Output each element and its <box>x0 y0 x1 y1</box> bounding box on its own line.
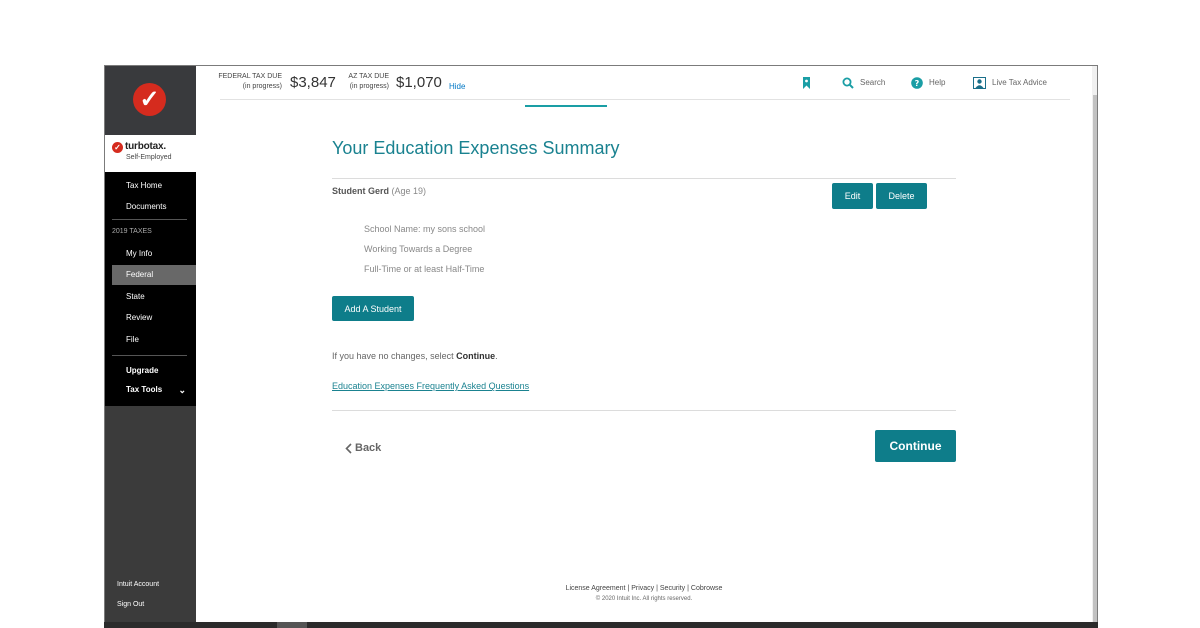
student-degree-status: Working Towards a Degree <box>364 244 473 254</box>
copyright: © 2020 Intuit Inc. All rights reserved. <box>595 596 693 602</box>
privacy-link[interactable]: Privacy <box>631 585 654 592</box>
federal-tax-amount: $3,847 <box>290 74 336 91</box>
browser-window: ✓ ✓ turbotax. Self-Employed Tax Home Doc… <box>104 65 1098 628</box>
cobrowse-link[interactable]: Cobrowse <box>691 585 723 592</box>
turbotax-check-logo-icon[interactable]: ✓ <box>133 83 166 116</box>
footer-links: License Agreement | Privacy | Security |… <box>565 585 723 592</box>
chevron-down-icon: ⌄ <box>178 385 186 395</box>
sidebar: ✓ ✓ turbotax. Self-Employed Tax Home Doc… <box>105 66 196 627</box>
federal-tax-due-status: (in progress) <box>242 83 282 90</box>
sidebar-item-my-info[interactable]: My Info <box>112 244 196 264</box>
nav-divider <box>112 355 187 356</box>
edit-student-button[interactable]: Edit <box>832 183 873 209</box>
page-title: Your Education Expenses Summary <box>332 138 620 158</box>
federal-tax-due-label: FEDERAL TAX DUE (in progress) <box>214 72 282 92</box>
scrollbar[interactable] <box>1092 66 1097 627</box>
nav-divider <box>112 219 187 220</box>
sign-out-link[interactable]: Sign Out <box>117 601 144 608</box>
tax-tools-label: Tax Tools <box>126 385 163 394</box>
note-continue-word: Continue <box>456 351 496 361</box>
brand-check-icon: ✓ <box>112 142 123 153</box>
federal-tax-due-title: FEDERAL TAX DUE <box>218 73 282 80</box>
student-name: Student Gerd (Age 19) <box>332 186 426 196</box>
back-label: Back <box>355 442 382 455</box>
brand-box: ✓ turbotax. Self-Employed <box>105 135 196 172</box>
sidebar-item-tax-home[interactable]: Tax Home <box>112 176 196 196</box>
title-divider <box>332 178 956 179</box>
scrollbar-thumb[interactable] <box>1093 95 1097 625</box>
logo-area: ✓ <box>105 66 196 135</box>
back-button[interactable]: Back <box>345 442 381 454</box>
student-age: (Age 19) <box>391 186 427 196</box>
sidebar-nav: Tax Home Documents 2019 TAXES My Info Fe… <box>105 172 196 406</box>
security-link[interactable]: Security <box>660 585 685 592</box>
brand-name: turbotax. <box>125 141 166 152</box>
live-tax-advice-label: Live Tax Advice <box>992 78 1047 87</box>
chevron-left-icon <box>345 443 352 454</box>
sidebar-item-upgrade[interactable]: Upgrade <box>112 361 196 381</box>
main-content: Your Education Expenses Summary Student … <box>332 66 972 627</box>
sidebar-item-review[interactable]: Review <box>112 308 196 328</box>
faq-link[interactable]: Education Expenses Frequently Asked Ques… <box>332 381 529 391</box>
license-agreement-link[interactable]: License Agreement <box>566 585 626 592</box>
expert-avatar-icon <box>973 76 986 89</box>
brand-product: Self-Employed <box>126 154 172 161</box>
footer-divider <box>332 410 956 411</box>
sidebar-item-tax-tools[interactable]: Tax Tools ⌄ <box>112 380 196 400</box>
note-prefix: If you have no changes, select <box>332 351 457 361</box>
sidebar-item-file[interactable]: File <box>112 330 196 350</box>
continue-button[interactable]: Continue <box>875 430 956 462</box>
student-enrollment-status: Full-Time or at least Half-Time <box>364 264 485 274</box>
taskbar <box>104 622 1098 628</box>
delete-student-button[interactable]: Delete <box>876 183 927 209</box>
add-student-button[interactable]: Add A Student <box>332 296 414 321</box>
sidebar-item-state[interactable]: State <box>112 287 196 307</box>
sidebar-item-documents[interactable]: Documents <box>112 197 196 217</box>
no-changes-note: If you have no changes, select Continue. <box>332 351 498 361</box>
live-tax-advice-button[interactable]: Live Tax Advice <box>973 76 1047 90</box>
nav-section-label: 2019 TAXES <box>112 228 152 235</box>
sidebar-item-federal[interactable]: Federal <box>112 265 196 285</box>
taskbar-item[interactable] <box>277 622 307 628</box>
intuit-account-link[interactable]: Intuit Account <box>117 581 159 588</box>
student-name-text: Student Gerd <box>332 186 390 196</box>
student-school-name: School Name: my sons school <box>364 224 486 234</box>
note-suffix: . <box>495 351 498 361</box>
